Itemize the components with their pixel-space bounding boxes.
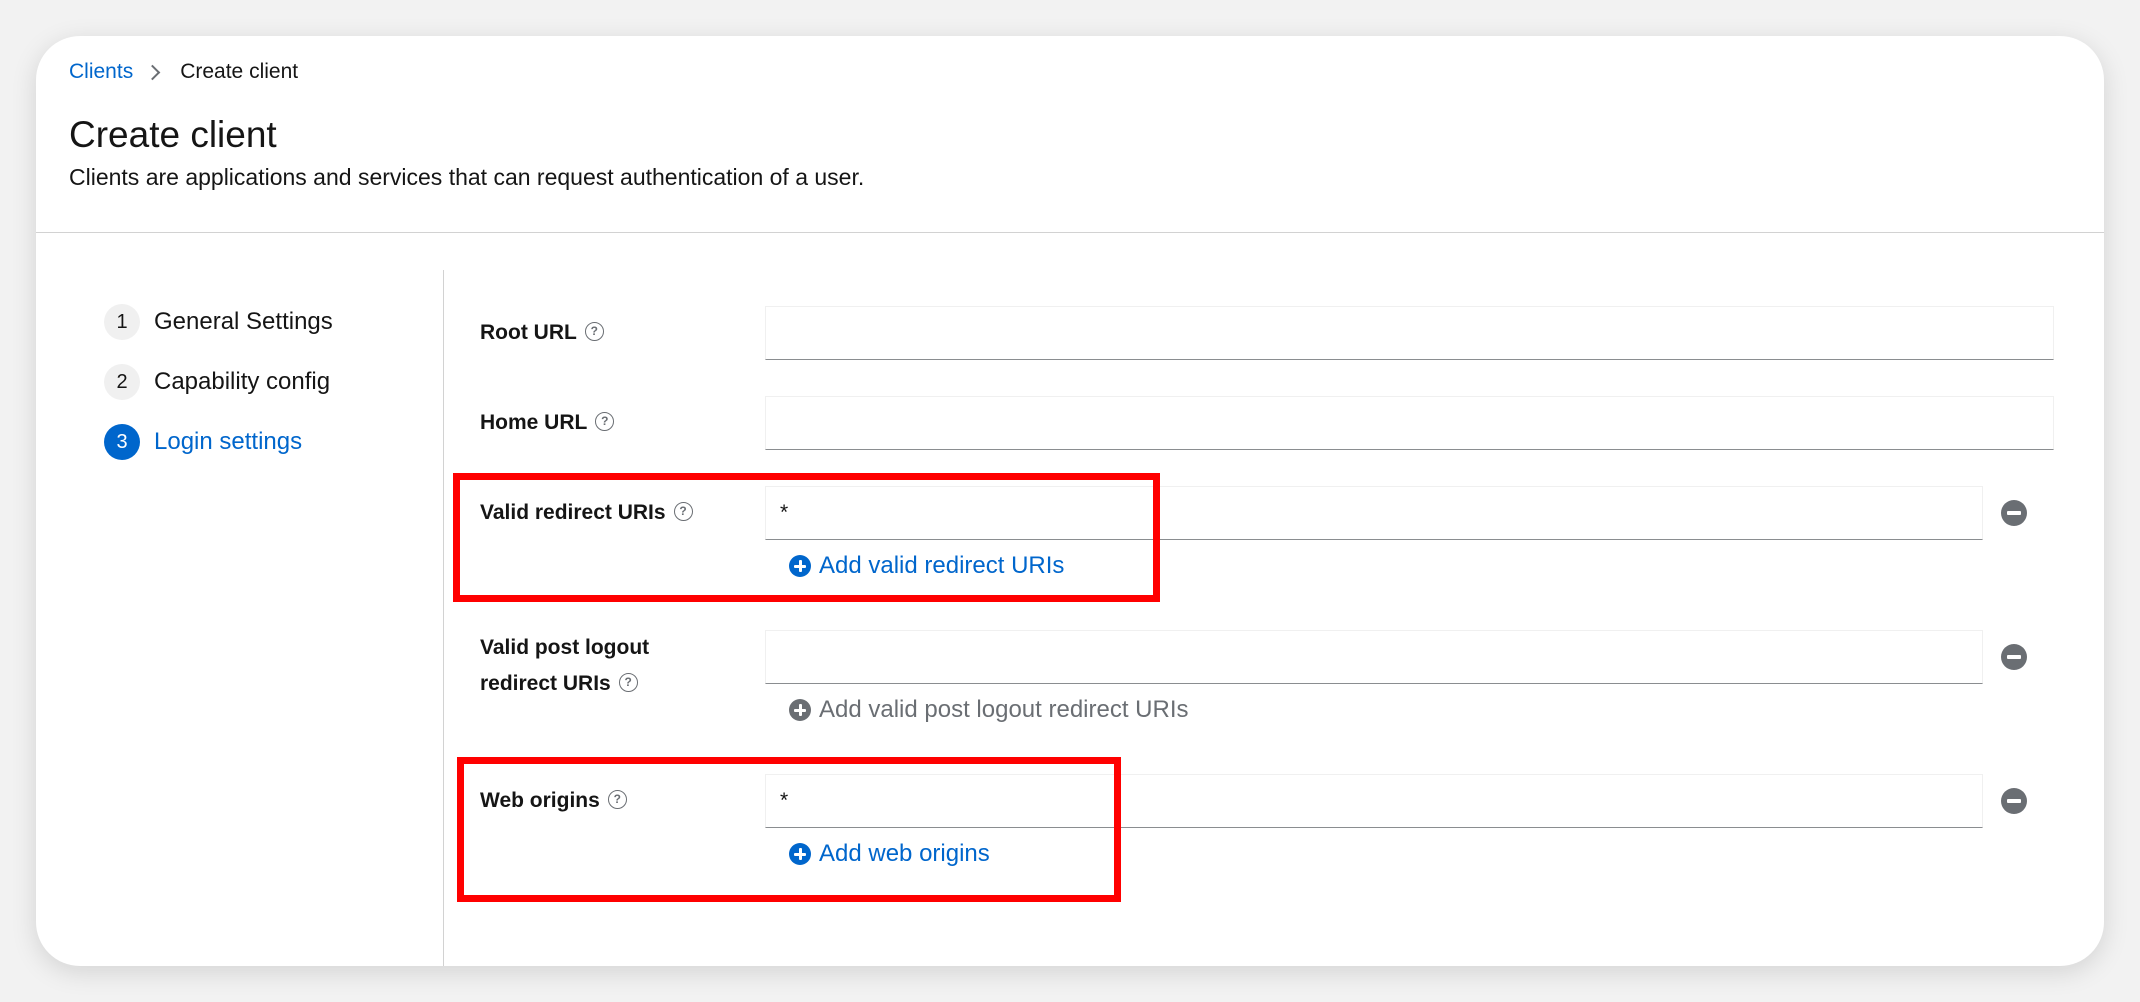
add-web-origins-label: Add web origins <box>819 840 990 867</box>
root-url-label-text: Root URL <box>480 321 577 344</box>
web-origins-label: Web origins? <box>480 783 627 819</box>
step-label: Capability config <box>154 368 331 395</box>
question-circle-icon[interactable]: ? <box>584 321 604 341</box>
wizard-step-capability-config[interactable]: 2 Capability config <box>104 364 333 400</box>
add-valid-post-logout-label: Add valid post logout redirect URIs <box>819 696 1189 723</box>
wizard-nav: 1 General Settings 2 Capability config 3… <box>104 304 333 484</box>
valid-post-logout-input[interactable] <box>765 630 1983 684</box>
step-number: 2 <box>104 364 140 400</box>
main-card: Clients Create client Create client Clie… <box>36 36 2104 966</box>
minus-circle-icon[interactable] <box>2001 644 2027 670</box>
breadcrumb-current: Create client <box>180 60 299 83</box>
wizard-step-general-settings[interactable]: 1 General Settings <box>104 304 333 340</box>
question-circle-icon[interactable]: ? <box>607 789 627 809</box>
minus-circle-icon[interactable] <box>2001 788 2027 814</box>
breadcrumb: Clients Create client <box>69 60 298 84</box>
valid-post-logout-row: Valid post logout redirect URIs? Add val… <box>480 630 2070 740</box>
add-valid-redirect-uris-button[interactable]: Add valid redirect URIs <box>789 552 1064 580</box>
valid-post-logout-label-line2: redirect URIs <box>480 672 611 695</box>
question-circle-icon[interactable]: ? <box>673 501 693 521</box>
minus-circle-icon[interactable] <box>2001 500 2027 526</box>
home-url-input[interactable] <box>765 396 2054 450</box>
question-circle-icon[interactable]: ? <box>595 411 615 431</box>
breadcrumb-clients-link[interactable]: Clients <box>69 60 133 84</box>
page-title: Create client <box>69 114 277 155</box>
valid-post-logout-label: Valid post logout redirect URIs? <box>480 630 649 702</box>
add-web-origins-button[interactable]: Add web origins <box>789 840 990 868</box>
root-url-row: Root URL? <box>480 306 2070 362</box>
add-valid-redirect-uris-label: Add valid redirect URIs <box>819 552 1065 579</box>
add-valid-post-logout-button[interactable]: Add valid post logout redirect URIs <box>789 696 1189 724</box>
valid-redirect-uris-input[interactable] <box>765 486 1983 540</box>
step-label: Login settings <box>154 428 303 455</box>
home-url-label: Home URL? <box>480 405 615 441</box>
valid-redirect-uris-label-text: Valid redirect URIs <box>480 501 666 524</box>
web-origins-row: Web origins? Add web origins <box>480 774 2070 884</box>
wizard-step-login-settings[interactable]: 3 Login settings <box>104 424 333 460</box>
plus-circle-icon <box>789 699 811 721</box>
page-description: Clients are applications and services th… <box>69 164 865 190</box>
page-header: Clients Create client Create client Clie… <box>36 36 2104 233</box>
valid-redirect-uris-row: Valid redirect URIs? Add valid redirect … <box>480 486 2070 596</box>
chevron-right-icon <box>144 64 161 80</box>
home-url-label-text: Home URL <box>480 411 588 434</box>
home-url-row: Home URL? <box>480 396 2070 452</box>
step-label: General Settings <box>154 308 333 335</box>
web-origins-input[interactable] <box>765 774 1983 828</box>
nav-divider <box>443 270 444 966</box>
valid-post-logout-label-line1: Valid post logout <box>480 636 650 659</box>
valid-redirect-uris-label: Valid redirect URIs? <box>480 495 693 531</box>
step-number: 3 <box>104 424 140 460</box>
question-circle-icon[interactable]: ? <box>618 672 638 692</box>
plus-circle-icon <box>789 843 811 865</box>
step-number: 1 <box>104 304 140 340</box>
web-origins-label-text: Web origins <box>480 789 600 812</box>
root-url-input[interactable] <box>765 306 2054 360</box>
root-url-label: Root URL? <box>480 315 604 351</box>
plus-circle-icon <box>789 555 811 577</box>
